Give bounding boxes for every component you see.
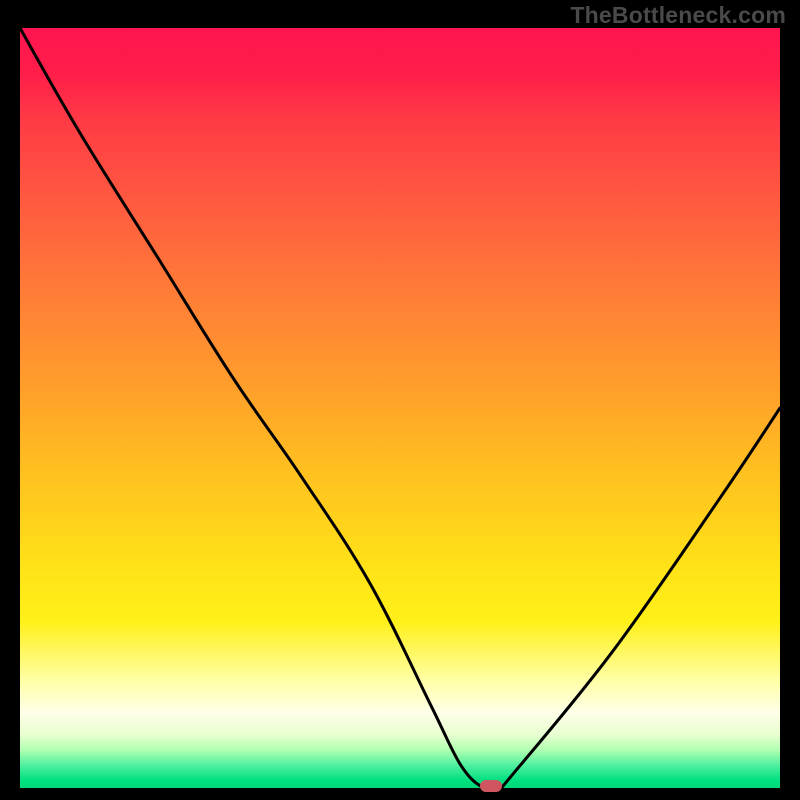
- chart-container: TheBottleneck.com: [0, 0, 800, 800]
- curve-svg: [20, 28, 780, 788]
- bottleneck-curve-path: [20, 28, 780, 788]
- optimum-marker: [480, 780, 502, 792]
- watermark-label: TheBottleneck.com: [570, 2, 786, 29]
- plot-area: [20, 28, 780, 788]
